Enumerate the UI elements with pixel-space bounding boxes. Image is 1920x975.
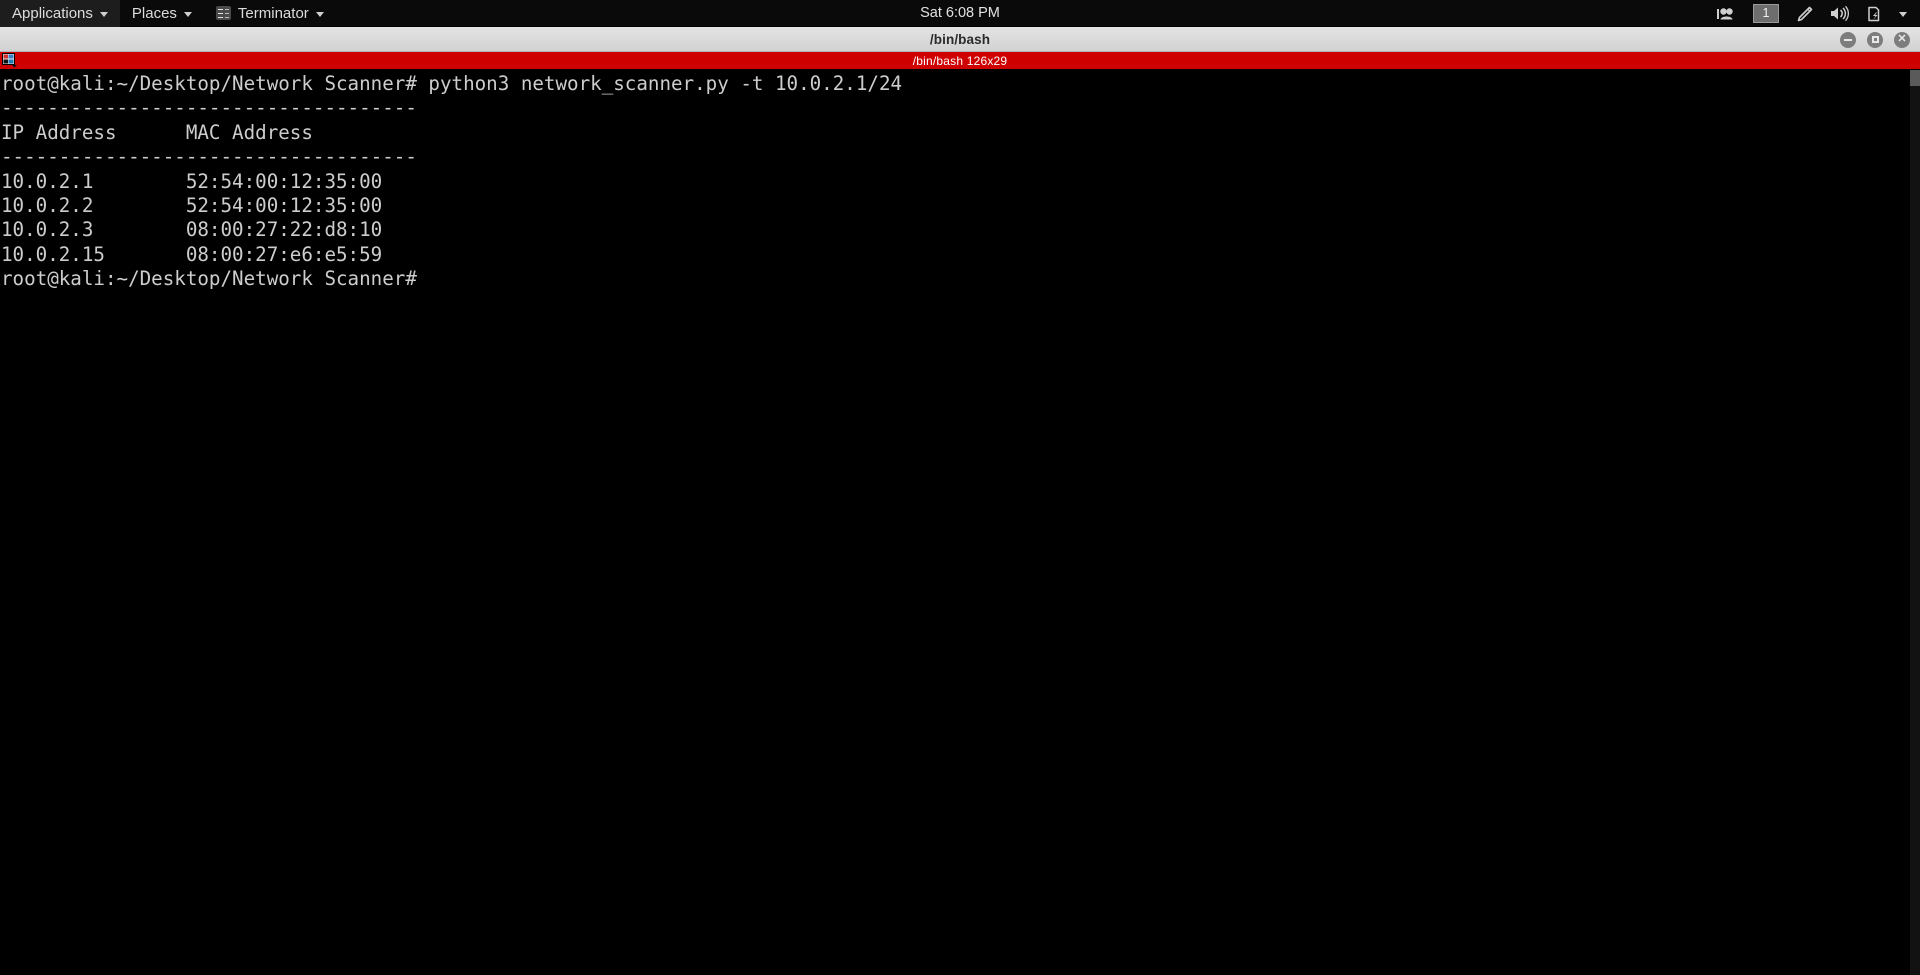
terminal-text: root@kali:~/Desktop/Network Scanner# pyt…	[0, 70, 1920, 292]
system-tray: 1	[1709, 0, 1914, 27]
terminal-line: root@kali:~/Desktop/Network Scanner#	[1, 267, 417, 291]
panel-left-group: Applications Places Terminator	[0, 0, 336, 27]
tray-chevron-down-icon[interactable]	[1892, 0, 1914, 27]
window-title: /bin/bash	[929, 31, 991, 47]
workspace-indicator-1[interactable]: 1	[1753, 4, 1779, 23]
terminal-line: root@kali:~/Desktop/Network Scanner# pyt…	[1, 72, 903, 95]
maximize-button[interactable]	[1867, 31, 1883, 48]
terminal-line: 10.0.2.2 52:54:00:12:35:00	[1, 193, 383, 217]
applications-menu[interactable]: Applications	[0, 0, 120, 27]
chevron-down-icon	[315, 11, 324, 17]
terminal-line: 10.0.2.1 52:54:00:12:35:00	[1, 169, 383, 193]
terminal-scrollbar[interactable]	[1910, 70, 1920, 975]
volume-icon[interactable]	[1823, 0, 1856, 27]
terminal-icon	[215, 6, 231, 20]
workspace-switcher[interactable]: 1	[1746, 0, 1786, 27]
terminal-line: 10.0.2.3 08:00:27:22:d8:10	[1, 218, 383, 242]
terminal-line: ------------------------------------	[1, 96, 417, 120]
places-menu-label: Places	[131, 4, 177, 22]
minimize-icon	[1844, 38, 1852, 41]
terminal-tab-bar: /bin/bash 126x29	[0, 52, 1920, 70]
video-camera-icon[interactable]	[1709, 0, 1743, 27]
maximize-icon	[1871, 36, 1879, 43]
minimize-button[interactable]	[1840, 31, 1856, 48]
terminal-line: 10.0.2.15 08:00:27:e6:e5:59	[1, 242, 383, 266]
close-button[interactable]: ✕	[1894, 31, 1910, 48]
terminal-line: ------------------------------------	[1, 145, 417, 169]
terminator-app-label: Terminator	[237, 4, 309, 22]
chevron-down-icon	[183, 11, 192, 17]
top-panel: Applications Places Terminator Sat 6:08 …	[0, 0, 1920, 27]
window-controls: ✕	[1840, 27, 1910, 52]
places-menu[interactable]: Places	[120, 0, 204, 27]
terminator-app-menu[interactable]: Terminator	[204, 0, 336, 27]
terminal-output-area[interactable]: root@kali:~/Desktop/Network Scanner# pyt…	[0, 70, 1920, 975]
applications-menu-label: Applications	[12, 4, 93, 22]
battery-icon[interactable]	[1859, 0, 1889, 27]
window-titlebar[interactable]: /bin/bash ✕	[0, 27, 1920, 52]
chevron-down-icon	[1899, 12, 1907, 17]
chevron-down-icon	[99, 11, 108, 17]
terminal-scrollbar-thumb[interactable]	[1910, 70, 1920, 86]
pen-icon[interactable]	[1789, 0, 1820, 27]
terminator-window: /bin/bash ✕ /bin/bash 126x29 root@kali:~…	[0, 27, 1920, 975]
terminal-tab-label[interactable]: /bin/bash 126x29	[0, 52, 1920, 70]
terminal-line: IP Address MAC Address	[1, 120, 313, 144]
close-icon: ✕	[1897, 33, 1907, 45]
clock-label[interactable]: Sat 6:08 PM	[920, 5, 1000, 21]
